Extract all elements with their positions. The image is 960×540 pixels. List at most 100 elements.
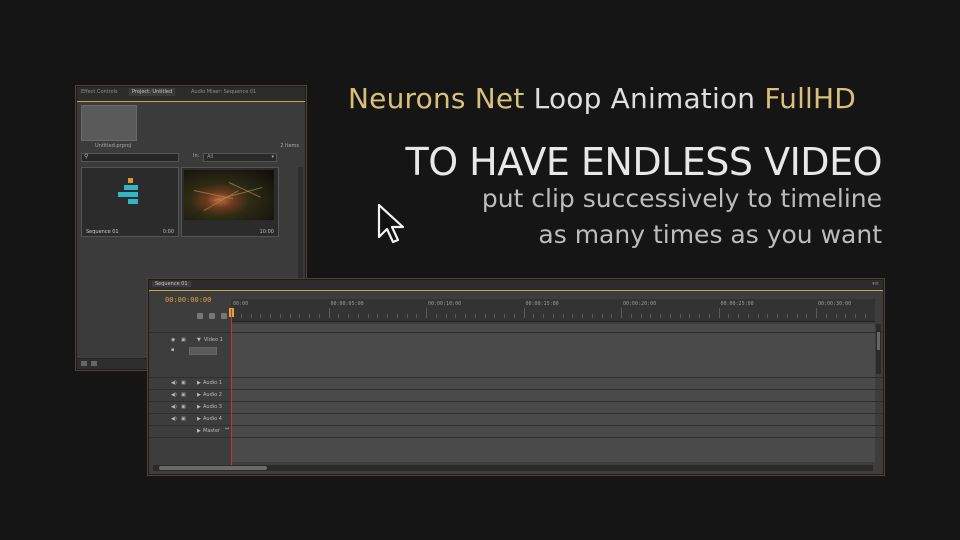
ruler-tick-mark <box>699 314 700 318</box>
playhead[interactable] <box>231 309 232 465</box>
search-input[interactable]: ⚲ <box>81 153 179 162</box>
track-label: Audio 3 <box>203 404 222 410</box>
ruler-tick-mark <box>435 314 437 318</box>
tab-audio-mixer[interactable]: Audio Mixer: Sequence 01 <box>191 89 256 95</box>
ruler-tick-mark <box>747 314 749 318</box>
ruler-tick-mark <box>757 314 759 318</box>
ruler-tick-mark <box>806 314 808 318</box>
track-audio-1[interactable]: ◀) ▣ ▶ Audio 1 <box>149 377 883 389</box>
settings-icon[interactable] <box>221 313 227 319</box>
ruler-tick-mark <box>864 314 866 318</box>
ruler-tick-mark <box>718 308 720 318</box>
ruler-tick-mark <box>796 314 798 318</box>
tab-project[interactable]: Project: Untitled <box>129 88 176 96</box>
bin-label: Sequence 01 <box>86 229 119 235</box>
headline-part1: Neurons Net <box>348 82 525 115</box>
triangle-expand-icon[interactable]: ▶ <box>197 392 201 398</box>
ruler-tick-mark <box>289 314 291 318</box>
search-icon: ⚲ <box>84 153 89 160</box>
timeline-vscroll[interactable] <box>876 324 881 374</box>
triangle-expand-icon[interactable]: ▶ <box>197 380 201 386</box>
item-count: 2 Items <box>280 143 299 149</box>
ruler-tick-mark <box>279 314 281 318</box>
lock-icon[interactable]: ▣ <box>181 404 186 410</box>
bin-sequence[interactable]: Sequence 01 0:00 <box>81 167 179 237</box>
track-audio-2[interactable]: ◀) ▣ ▶ Audio 2 <box>149 389 883 401</box>
in-select[interactable]: All ▾ <box>203 153 277 162</box>
speaker-icon[interactable]: ◀) <box>171 392 177 398</box>
tab-effect-controls[interactable]: Effect Controls <box>81 89 118 95</box>
ruler-tick-mark <box>367 314 369 318</box>
eye-icon[interactable]: ◉ <box>171 337 175 343</box>
clip-thumbnail <box>184 170 274 220</box>
timeline-tabs: Sequence 01 ▾≡ <box>149 280 883 291</box>
icon-view-icon[interactable] <box>91 361 97 366</box>
ruler-tick-mark <box>416 314 418 318</box>
ruler-tick-mark <box>708 314 710 318</box>
lock-icon[interactable]: ▣ <box>181 337 186 343</box>
in-label: In: <box>193 153 200 159</box>
track-label: Audio 1 <box>203 380 222 386</box>
ruler-tick-mark <box>504 314 505 318</box>
track-video-1[interactable]: ◉ ▣ ▼ Video 1 ▪ <box>149 332 883 373</box>
output-icon[interactable]: ↤ <box>225 426 229 432</box>
speaker-icon[interactable]: ◀) <box>171 416 177 422</box>
ruler-tick-mark <box>835 314 837 318</box>
in-select-value: All <box>207 154 214 160</box>
track-audio-4[interactable]: ◀) ▣ ▶ Audio 4 <box>149 413 883 425</box>
ruler-tick-mark <box>513 314 515 318</box>
lock-icon[interactable]: ▣ <box>181 416 186 422</box>
project-filename: Untitled.prproj <box>95 143 132 149</box>
time-ruler[interactable]: 00:00 00:00:05:00 00:00:10:00 00:00:15:00 00… <box>231 299 875 322</box>
display-style-control[interactable] <box>189 347 217 355</box>
track-master[interactable]: ▶ Master ↤ <box>149 425 883 438</box>
track-label: Audio 4 <box>203 416 222 422</box>
ruler-tick-label: 00:00:05:00 <box>330 301 364 307</box>
ruler-tick-mark <box>328 308 330 318</box>
ruler-tick-mark <box>357 314 359 318</box>
ruler-tick-mark <box>484 314 486 318</box>
speaker-icon[interactable]: ◀) <box>171 380 177 386</box>
ruler-tick-mark <box>396 314 398 318</box>
snap-icon[interactable] <box>197 313 203 319</box>
ruler-tick-mark <box>348 314 349 318</box>
speaker-icon[interactable]: ◀) <box>171 404 177 410</box>
triangle-expand-icon[interactable]: ▼ <box>197 337 201 343</box>
ruler-tick-mark <box>318 314 320 318</box>
headline-part2: Loop Animation <box>533 82 756 115</box>
track-label: Video 1 <box>204 337 223 343</box>
bin-duration: 0:00 <box>162 229 174 235</box>
ruler-tick-mark <box>309 314 310 318</box>
triangle-expand-icon[interactable]: ▶ <box>197 416 201 422</box>
track-label: Audio 2 <box>203 392 222 398</box>
ruler-tick-mark <box>377 314 379 318</box>
panel-menu-icon[interactable]: ▾≡ <box>872 281 879 287</box>
keyframe-icon[interactable]: ▪ <box>171 347 174 353</box>
list-view-icon[interactable] <box>81 361 87 366</box>
mouse-cursor-icon <box>377 203 405 244</box>
ruler-tick-mark <box>406 314 408 318</box>
ruler-tick-label: 00:00:30:00 <box>818 301 852 307</box>
marker-icon[interactable] <box>209 313 215 319</box>
ruler-tick-mark <box>260 314 262 318</box>
ruler-tick-mark <box>845 314 847 318</box>
ruler-tick-mark <box>465 314 466 318</box>
track-audio-3[interactable]: ◀) ▣ ▶ Audio 3 <box>149 401 883 413</box>
timeline-hscroll[interactable] <box>153 465 873 471</box>
ruler-tick-mark <box>601 314 603 318</box>
ruler-tick-mark <box>669 314 671 318</box>
ruler-tick-mark <box>777 314 778 318</box>
ruler-tick-mark <box>611 314 613 318</box>
preview-thumbnail <box>81 105 137 141</box>
bin-clip[interactable]: 10:00 <box>181 167 279 237</box>
triangle-expand-icon[interactable]: ▶ <box>197 404 201 410</box>
lock-icon[interactable]: ▣ <box>181 392 186 398</box>
tab-sequence[interactable]: Sequence 01 <box>152 281 191 287</box>
timecode[interactable]: 00:00:00:00 <box>165 296 211 304</box>
sequence-icon <box>114 178 154 214</box>
lock-icon[interactable]: ▣ <box>181 380 186 386</box>
ruler-tick-mark <box>786 314 788 318</box>
triangle-expand-icon[interactable]: ▶ <box>197 428 201 434</box>
ruler-tick-mark <box>474 314 476 318</box>
main-heading: TO HAVE ENDLESS VIDEO <box>405 140 882 184</box>
